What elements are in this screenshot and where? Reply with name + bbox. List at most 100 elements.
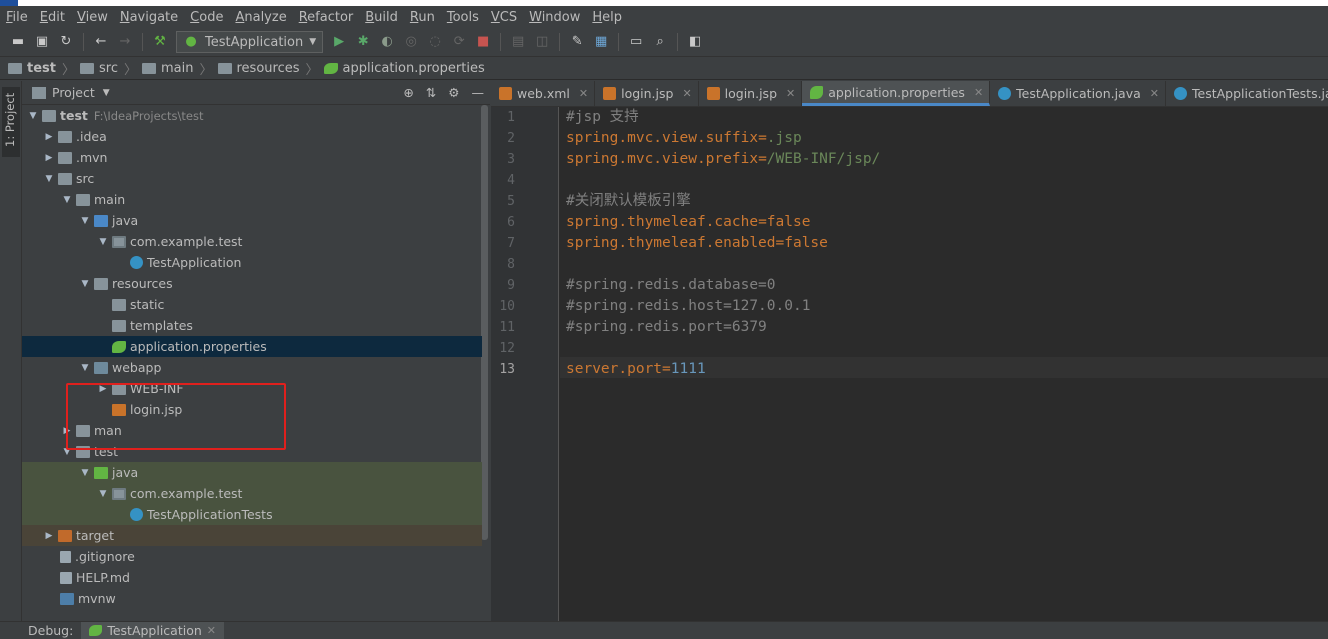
tree-item-mvnw[interactable]: mvnw: [22, 588, 482, 609]
search-icon[interactable]: ⌕: [652, 34, 668, 50]
debug-session-tab[interactable]: TestApplication ✕: [81, 621, 225, 639]
tree-item-idea[interactable]: ▶ .idea: [22, 126, 482, 147]
breadcrumb-item-main[interactable]: main: [142, 61, 193, 76]
reload-icon[interactable]: ⟳: [451, 34, 467, 50]
tree-item-webapp[interactable]: ▼ webapp: [22, 357, 482, 378]
expand-arrow-icon[interactable]: ▼: [96, 489, 110, 499]
profile-icon[interactable]: ◎: [403, 34, 419, 50]
gear-icon[interactable]: ⚙: [448, 85, 459, 100]
expand-arrow-icon[interactable]: ▼: [78, 468, 92, 478]
tree-item-templates[interactable]: templates: [22, 315, 482, 336]
sync-icon[interactable]: ↻: [58, 34, 74, 50]
collapsed-arrow-icon[interactable]: ▶: [42, 153, 56, 163]
code-editor[interactable]: 1 #jsp 支持 2 spring.mvc.view.suffix=.jsp 3 spr…: [491, 107, 1328, 621]
breadcrumb-item-test[interactable]: test: [8, 61, 56, 76]
expand-arrow-icon[interactable]: ▼: [78, 216, 92, 226]
close-icon[interactable]: ✕: [1150, 87, 1159, 100]
menu-build[interactable]: Build: [365, 10, 398, 25]
close-icon[interactable]: ✕: [207, 624, 216, 637]
code-line[interactable]: #关闭默认模板引擎: [566, 191, 691, 212]
close-icon[interactable]: ✕: [786, 87, 795, 100]
code-line[interactable]: spring.thymeleaf.enabled=false: [566, 233, 828, 254]
run-config-select[interactable]: ● TestApplication ▼: [176, 31, 324, 53]
tab-testapplicationtests-java[interactable]: TestApplicationTests.java✕: [1166, 81, 1328, 106]
tree-item-login-jsp[interactable]: login.jsp: [22, 399, 482, 420]
tree-item-gitignore[interactable]: .gitignore: [22, 546, 482, 567]
terminal-icon[interactable]: ▭: [628, 34, 644, 50]
sdk-icon[interactable]: ◫: [534, 34, 550, 50]
open-icon[interactable]: ▬: [10, 34, 26, 50]
collapsed-arrow-icon[interactable]: ▶: [60, 426, 74, 436]
run-icon[interactable]: ▶: [331, 34, 347, 50]
settings-icon[interactable]: ✎: [569, 34, 585, 50]
code-line[interactable]: #spring.redis.database=0: [566, 275, 776, 296]
expand-arrow-icon[interactable]: ▼: [78, 363, 92, 373]
menu-view[interactable]: View: [77, 10, 108, 25]
code-line[interactable]: #jsp 支持: [566, 107, 639, 128]
menu-edit[interactable]: Edit: [40, 10, 65, 25]
tree-item-static[interactable]: static: [22, 294, 482, 315]
menu-analyze[interactable]: Analyze: [235, 10, 286, 25]
breadcrumb-item-properties[interactable]: application.properties: [323, 61, 485, 76]
layout-icon[interactable]: ▤: [510, 34, 526, 50]
back-icon[interactable]: ←: [93, 34, 109, 50]
plugin-icon[interactable]: ◧: [687, 34, 703, 50]
attach-icon[interactable]: ◌: [427, 34, 443, 50]
menu-refactor[interactable]: Refactor: [299, 10, 354, 25]
tree-item-main[interactable]: ▼ main: [22, 189, 482, 210]
code-line[interactable]: #spring.redis.port=6379: [566, 317, 767, 338]
expand-arrow-icon[interactable]: ▼: [42, 174, 56, 184]
tab-web-xml[interactable]: web.xml ✕: [491, 81, 596, 106]
tab-testapplication-java[interactable]: TestApplication.java ✕: [990, 81, 1166, 106]
breadcrumb-item-src[interactable]: src: [80, 61, 118, 76]
stop-icon[interactable]: ■: [475, 34, 491, 50]
expand-arrow-icon[interactable]: ▼: [96, 237, 110, 247]
tab-login-jsp[interactable]: login.jsp ✕: [595, 81, 699, 106]
expand-arrow-icon[interactable]: ▼: [78, 279, 92, 289]
tree-item-root[interactable]: ▼ test F:\IdeaProjects\test: [22, 105, 482, 126]
tree-item-test[interactable]: ▼ test: [22, 441, 482, 462]
collapsed-arrow-icon[interactable]: ▶: [42, 531, 56, 541]
tab-login-jsp-2[interactable]: login.jsp ✕: [699, 81, 803, 106]
project-view-select[interactable]: Project: [52, 85, 95, 100]
code-line[interactable]: #spring.redis.host=127.0.0.1: [566, 296, 810, 317]
close-icon[interactable]: ✕: [579, 87, 588, 100]
expand-arrow-icon[interactable]: ▼: [60, 195, 74, 205]
tree-item-man[interactable]: ▶ man: [22, 420, 482, 441]
menu-run[interactable]: Run: [410, 10, 435, 25]
collapse-icon[interactable]: ⇅: [426, 85, 436, 100]
build-icon[interactable]: ⚒: [152, 34, 168, 50]
chevron-down-icon[interactable]: ▼: [103, 88, 110, 98]
tree-item-package[interactable]: ▼ com.example.test: [22, 231, 482, 252]
menu-file[interactable]: File: [6, 10, 28, 25]
tree-item-test-package[interactable]: ▼ com.example.test: [22, 483, 482, 504]
code-line[interactable]: spring.mvc.view.prefix=/WEB-INF/jsp/: [566, 149, 880, 170]
code-line[interactable]: spring.thymeleaf.cache=false: [566, 212, 810, 233]
tree-item-java[interactable]: ▼ java: [22, 210, 482, 231]
tree-item-target[interactable]: ▶ target: [22, 525, 482, 546]
project-tool-tab[interactable]: 1: Project: [2, 87, 20, 157]
project-scrollbar[interactable]: [481, 105, 488, 540]
forward-icon[interactable]: →: [117, 34, 133, 50]
project-structure-icon[interactable]: ▦: [593, 34, 609, 50]
code-line[interactable]: spring.mvc.view.suffix=.jsp: [566, 128, 802, 149]
menu-help[interactable]: Help: [592, 10, 622, 25]
code-line[interactable]: server.port=1111: [566, 359, 706, 380]
locate-icon[interactable]: ⊕: [403, 85, 413, 100]
menu-navigate[interactable]: Navigate: [120, 10, 178, 25]
expand-arrow-icon[interactable]: ▼: [60, 447, 74, 457]
coverage-icon[interactable]: ◐: [379, 34, 395, 50]
tree-item-testapplication[interactable]: TestApplication: [22, 252, 482, 273]
tree-item-test-java[interactable]: ▼ java: [22, 462, 482, 483]
menu-vcs[interactable]: VCS: [491, 10, 517, 25]
tree-item-mvn[interactable]: ▶ .mvn: [22, 147, 482, 168]
collapsed-arrow-icon[interactable]: ▶: [96, 384, 110, 394]
tree-item-src[interactable]: ▼ src: [22, 168, 482, 189]
menu-window[interactable]: Window: [529, 10, 580, 25]
hide-icon[interactable]: —: [472, 85, 485, 100]
breadcrumb-item-resources[interactable]: resources: [217, 61, 300, 76]
save-icon[interactable]: ▣: [34, 34, 50, 50]
debug-icon[interactable]: ✱: [355, 34, 371, 50]
tab-application-properties[interactable]: application.properties ✕: [802, 81, 991, 106]
close-icon[interactable]: ✕: [974, 86, 983, 99]
